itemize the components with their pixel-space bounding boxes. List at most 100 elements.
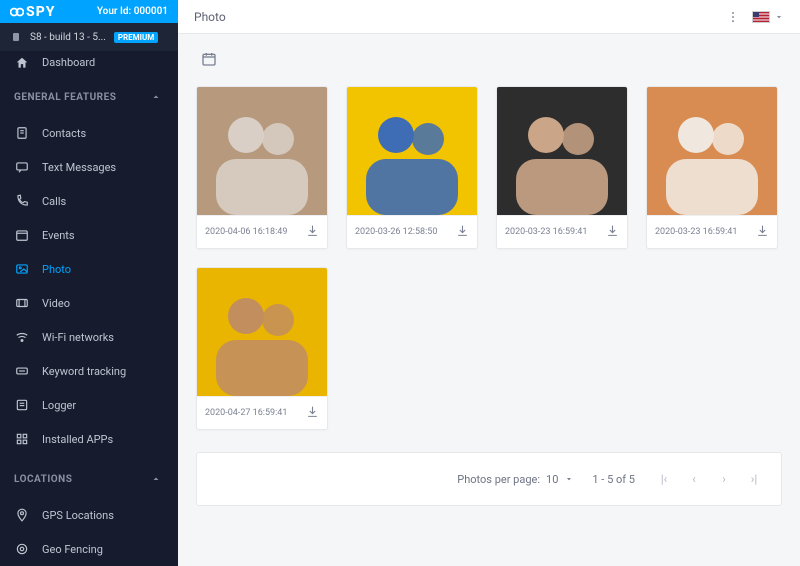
device-label: S8 - build 13 - 5...: [30, 32, 106, 43]
photo-card[interactable]: 2020-04-27 16:59:41: [196, 267, 328, 430]
content: 2020-04-06 16:18:49 2020-03-26 12:58:50 …: [178, 34, 800, 566]
photo-thumbnail: [647, 87, 777, 215]
nav-item-calls[interactable]: Calls: [0, 184, 178, 218]
log-icon: [14, 398, 30, 412]
next-page-button[interactable]: ›: [713, 468, 735, 490]
nav-label: Keyword tracking: [42, 365, 126, 378]
main-area: Photo 2020-04-06 16:18:49: [178, 0, 800, 566]
pagination-bar: Photos per page: 10 1 - 5 of 5 |‹ ‹ › ›|: [196, 452, 782, 506]
nav-label: Installed APPs: [42, 433, 113, 446]
chevron-up-icon: [148, 91, 164, 103]
photo-card[interactable]: 2020-03-23 16:59:41: [646, 86, 778, 249]
sidebar: SPY Your Id: 000001 S8 - build 13 - 5...…: [0, 0, 178, 566]
first-page-button[interactable]: |‹: [653, 468, 675, 490]
photo-timestamp: 2020-04-27 16:59:41: [205, 408, 300, 418]
photo-timestamp: 2020-03-23 16:59:41: [505, 227, 600, 237]
calendar-icon: [201, 51, 217, 67]
nav-item-keyword-tracking[interactable]: Keyword tracking: [0, 354, 178, 388]
device-selector[interactable]: S8 - build 13 - 5... PREMIUM: [0, 23, 178, 51]
page-range: 1 - 5 of 5: [592, 473, 635, 486]
keyboard-icon: [14, 364, 30, 378]
download-icon: [306, 224, 319, 237]
phone-icon: [14, 194, 30, 208]
nav-label: Photo: [42, 263, 71, 276]
section-header[interactable]: GENERAL FEATURES: [0, 78, 178, 116]
photo-thumbnail: [497, 87, 627, 215]
nav-item-wi-fi-networks[interactable]: Wi-Fi networks: [0, 320, 178, 354]
photo-timestamp: 2020-04-06 16:18:49: [205, 227, 300, 237]
photo-card-footer: 2020-04-06 16:18:49: [197, 215, 327, 248]
page-nav: |‹ ‹ › ›|: [653, 468, 765, 490]
chevron-down-icon: [564, 474, 574, 484]
photo-grid: 2020-04-06 16:18:49 2020-03-26 12:58:50 …: [196, 86, 782, 430]
nav-label: Calls: [42, 195, 66, 208]
kebab-icon[interactable]: [726, 10, 740, 24]
section-title: LOCATIONS: [14, 474, 72, 485]
download-button[interactable]: [606, 224, 619, 240]
pin-icon: [14, 508, 30, 522]
calendar-icon: [14, 228, 30, 242]
page-title: Photo: [194, 10, 226, 24]
download-button[interactable]: [456, 224, 469, 240]
brand-bar: SPY Your Id: 000001: [0, 0, 178, 23]
chevron-up-icon: [148, 473, 164, 485]
photo-card-footer: 2020-03-23 16:59:41: [647, 215, 777, 248]
nav-item-photo[interactable]: Photo: [0, 252, 178, 286]
last-page-button[interactable]: ›|: [743, 468, 765, 490]
nav-item-text-messages[interactable]: Text Messages: [0, 150, 178, 184]
per-page-control[interactable]: Photos per page: 10: [457, 473, 574, 486]
download-icon: [306, 405, 319, 418]
date-filter-button[interactable]: [196, 46, 222, 72]
language-selector[interactable]: [752, 11, 784, 23]
nav-label: GPS Locations: [42, 509, 114, 522]
home-icon: [14, 56, 30, 70]
nav-label: Geo Fencing: [42, 543, 103, 556]
brand-logo: SPY: [10, 4, 56, 20]
nav-label: Video: [42, 297, 70, 310]
photo-card[interactable]: 2020-03-26 12:58:50: [346, 86, 478, 249]
account-id: Your Id: 000001: [97, 6, 168, 17]
photo-card-footer: 2020-03-26 12:58:50: [347, 215, 477, 248]
nav-item-geo-fencing[interactable]: Geo Fencing: [0, 532, 178, 566]
image-icon: [14, 262, 30, 276]
nav-item-logger[interactable]: Logger: [0, 388, 178, 422]
photo-thumbnail: [347, 87, 477, 215]
photo-card-footer: 2020-03-23 16:59:41: [497, 215, 627, 248]
android-icon: [10, 31, 22, 43]
download-icon: [756, 224, 769, 237]
per-page-value: 10: [546, 473, 558, 486]
nav-label: Dashboard: [42, 56, 95, 69]
download-button[interactable]: [756, 224, 769, 240]
prev-page-button[interactable]: ‹: [683, 468, 705, 490]
download-icon: [606, 224, 619, 237]
nav-dashboard[interactable]: Dashboard: [0, 51, 178, 74]
nav-item-video[interactable]: Video: [0, 286, 178, 320]
nav-label: Wi-Fi networks: [42, 331, 114, 344]
photo-thumbnail: [197, 87, 327, 215]
nav-label: Contacts: [42, 127, 86, 140]
us-flag-icon: [752, 11, 770, 23]
photo-card[interactable]: 2020-04-06 16:18:49: [196, 86, 328, 249]
nav-label: Logger: [42, 399, 76, 412]
download-button[interactable]: [306, 405, 319, 421]
per-page-label: Photos per page:: [457, 473, 540, 486]
download-button[interactable]: [306, 224, 319, 240]
section-header[interactable]: LOCATIONS: [0, 460, 178, 498]
logo-icon: [10, 5, 24, 19]
brand-name: SPY: [26, 4, 56, 20]
nav-item-contacts[interactable]: Contacts: [0, 116, 178, 150]
nav-item-gps-locations[interactable]: GPS Locations: [0, 498, 178, 532]
apps-icon: [14, 432, 30, 446]
photo-timestamp: 2020-03-23 16:59:41: [655, 227, 750, 237]
download-icon: [456, 224, 469, 237]
nav-item-installed-apps[interactable]: Installed APPs: [0, 422, 178, 456]
nav-label: Events: [42, 229, 75, 242]
photo-card[interactable]: 2020-03-23 16:59:41: [496, 86, 628, 249]
photo-card-footer: 2020-04-27 16:59:41: [197, 396, 327, 429]
premium-badge: PREMIUM: [114, 32, 158, 43]
topbar: Photo: [178, 0, 800, 34]
nav-item-events[interactable]: Events: [0, 218, 178, 252]
photo-timestamp: 2020-03-26 12:58:50: [355, 227, 450, 237]
photo-thumbnail: [197, 268, 327, 396]
contacts-icon: [14, 126, 30, 140]
